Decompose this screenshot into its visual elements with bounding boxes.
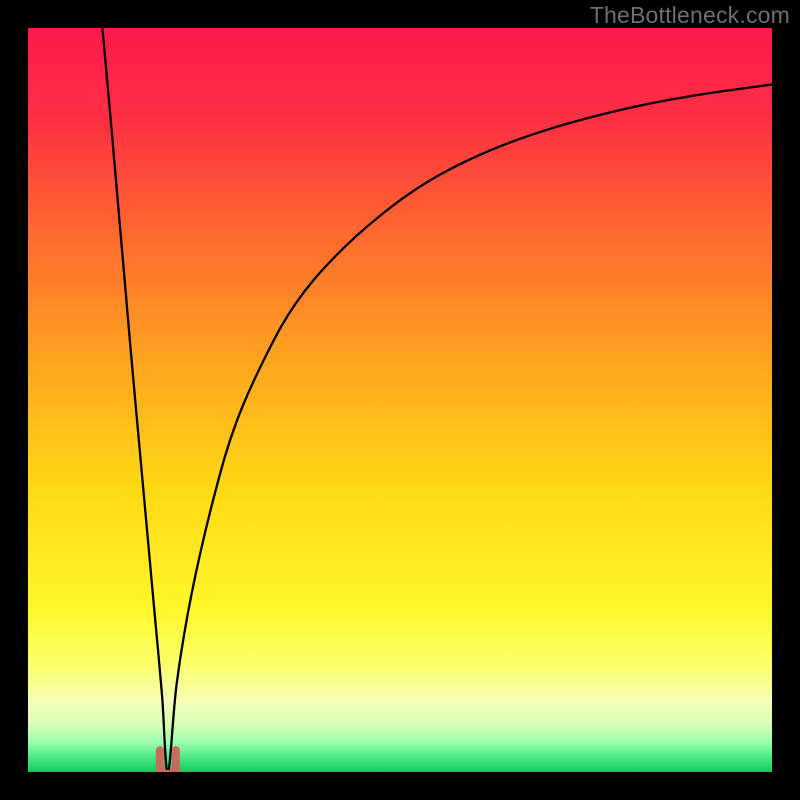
watermark-text: TheBottleneck.com — [590, 2, 790, 29]
plot-svg — [0, 0, 800, 800]
chart-stage: TheBottleneck.com — [0, 0, 800, 800]
plot-background — [28, 28, 772, 772]
